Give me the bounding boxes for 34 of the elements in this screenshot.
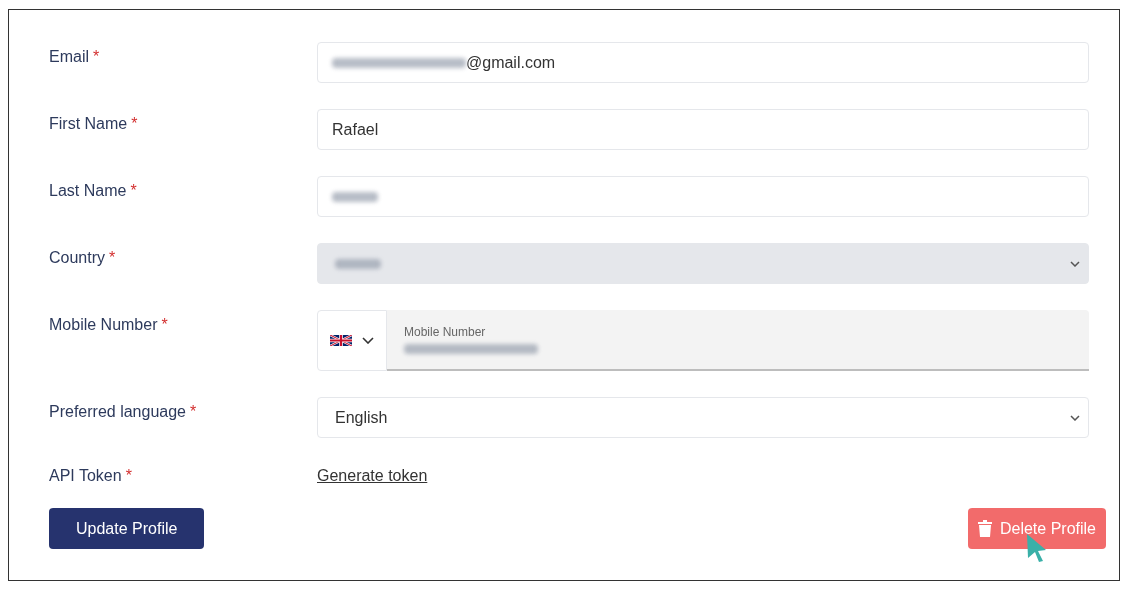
select-field[interactable]: English [317, 397, 1089, 438]
chevron-down-icon [1070, 260, 1080, 267]
field-value: English [335, 407, 388, 428]
floating-label: Mobile Number [404, 325, 487, 338]
field-value: Rafael [332, 119, 379, 140]
chevron-down-icon [1070, 414, 1080, 421]
field-label: Preferred language [49, 402, 186, 422]
blurred-text [332, 191, 378, 202]
flag-icon [330, 333, 352, 348]
required-mark: * [130, 181, 137, 201]
country-code-dropdown[interactable] [317, 310, 387, 371]
field-label: Country [49, 248, 106, 268]
chevron-down-icon [362, 337, 374, 344]
trash-icon [977, 520, 992, 537]
blurred-text [335, 258, 381, 269]
required-mark: * [109, 248, 116, 268]
text-field[interactable]: Rafael [317, 109, 1089, 150]
text-field[interactable]: @gmail.com [317, 42, 1089, 83]
required-mark: * [93, 47, 100, 67]
required-mark: * [190, 402, 197, 422]
field-label: API Token [49, 466, 122, 486]
field-label: First Name [49, 114, 128, 134]
update-profile-button[interactable]: Update Profile [49, 508, 205, 549]
field-label: Email [49, 47, 89, 67]
pointer-icon [1026, 533, 1048, 563]
field-label: Mobile Number [49, 315, 158, 335]
field-label: Last Name [49, 181, 127, 201]
text-field[interactable] [317, 176, 1089, 217]
required-mark: * [161, 315, 168, 335]
required-mark: * [125, 466, 132, 486]
field-value: @gmail.com [466, 52, 556, 73]
generate-token-link[interactable]: Generate token [317, 464, 428, 488]
phone-field[interactable]: Mobile Number [387, 310, 1089, 371]
required-mark: * [131, 114, 138, 134]
